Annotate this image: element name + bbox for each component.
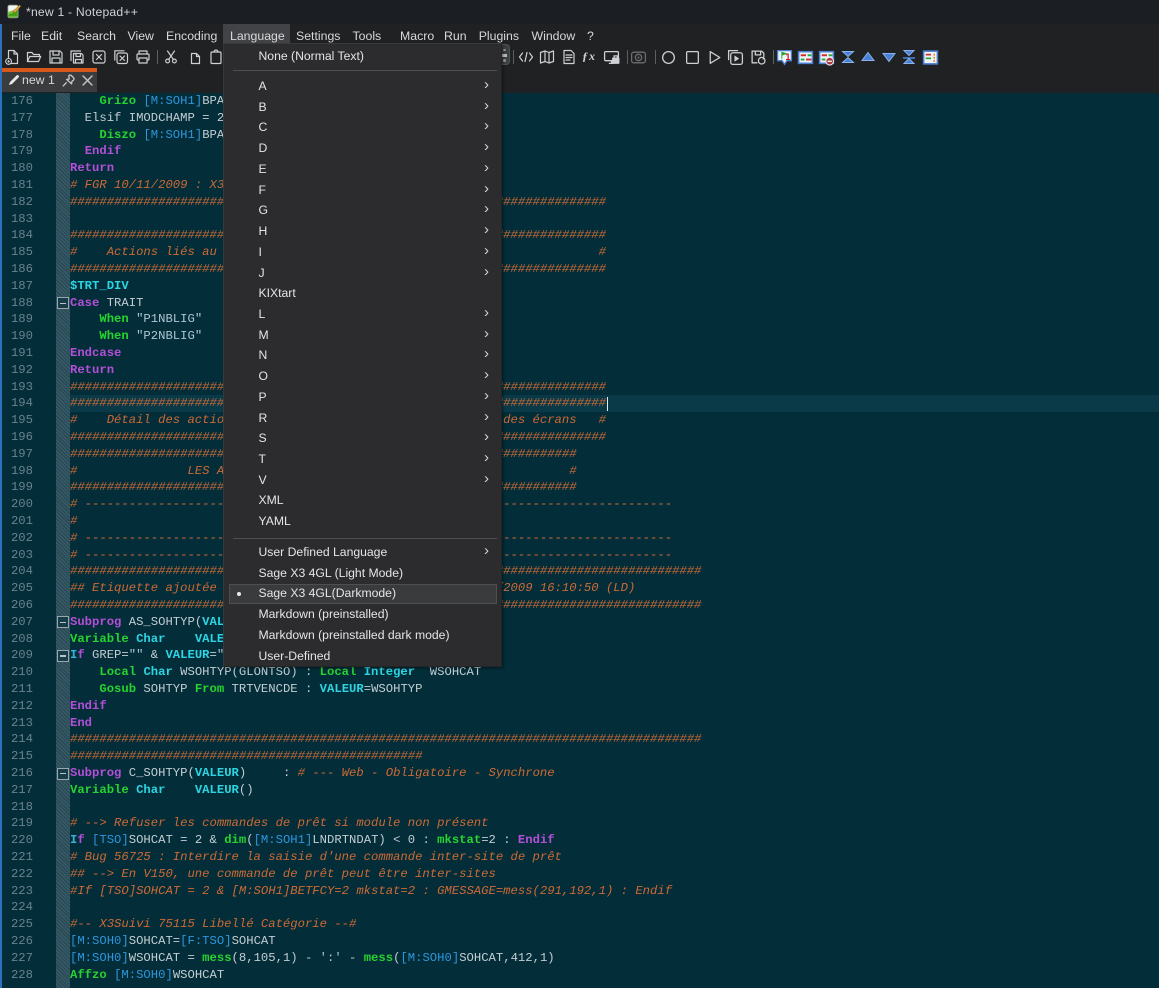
svg-text:1: 1 [785, 52, 790, 62]
